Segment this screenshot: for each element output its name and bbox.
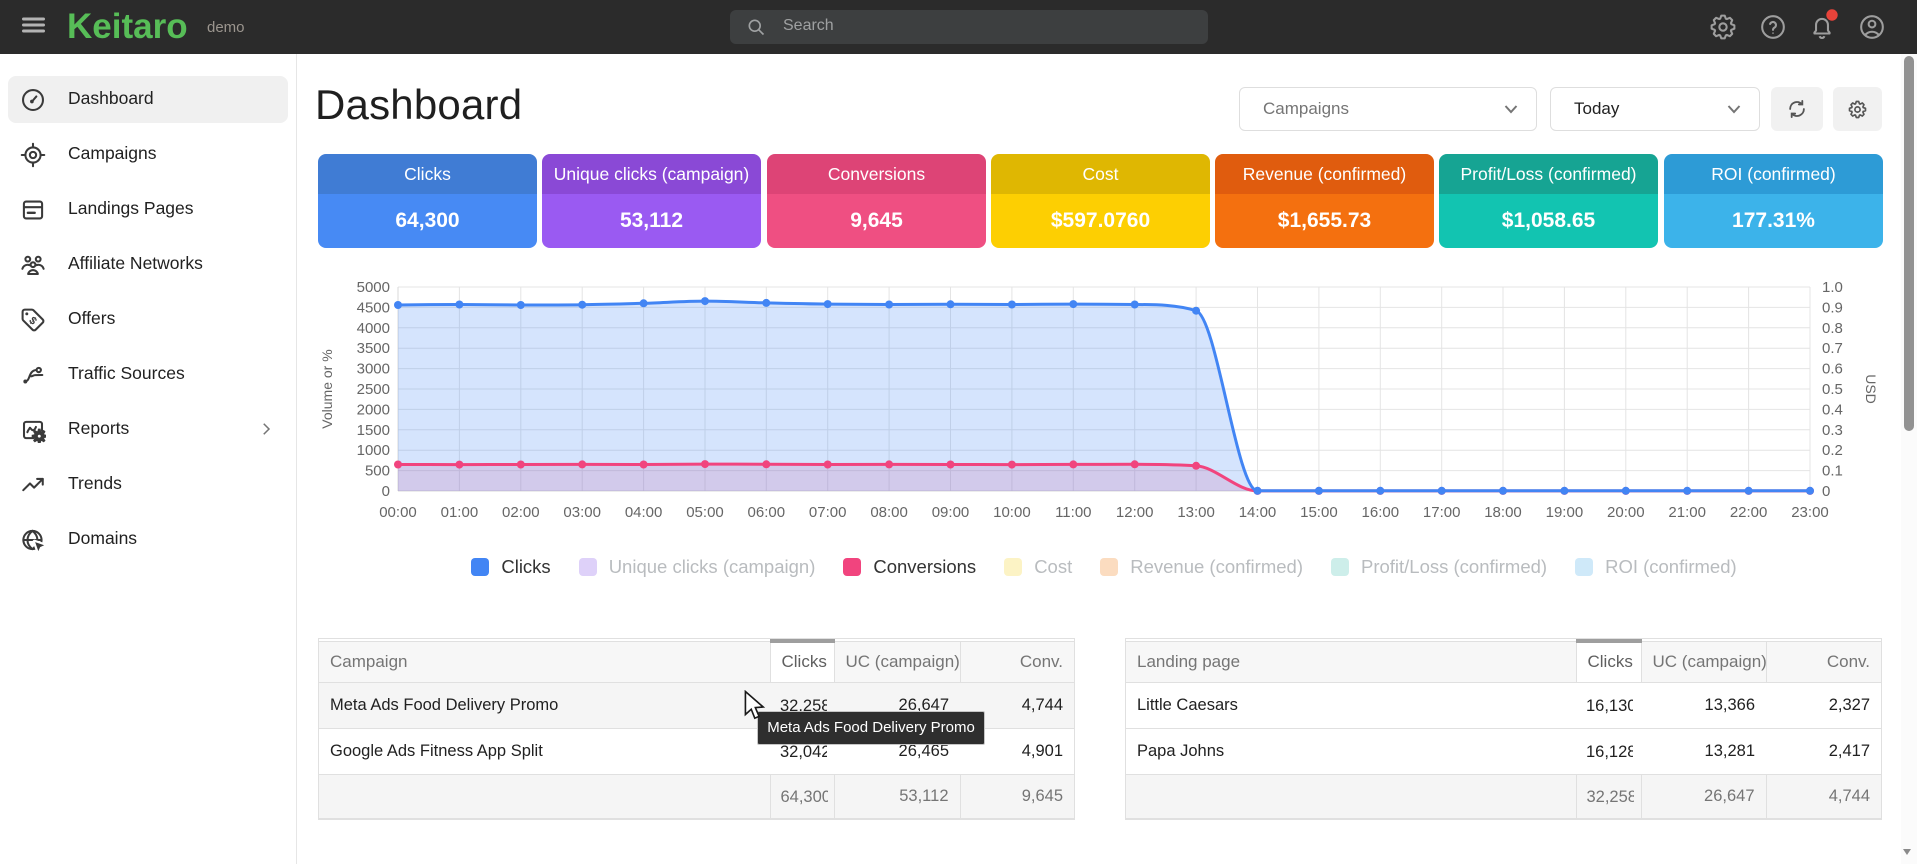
svg-text:16:00: 16:00 [1362,504,1400,521]
svg-text:23:00: 23:00 [1791,504,1829,521]
svg-text:2500: 2500 [357,381,390,398]
svg-text:0.6: 0.6 [1822,361,1843,378]
svg-text:0.5: 0.5 [1822,381,1843,398]
svg-text:0.7: 0.7 [1822,340,1843,357]
svg-text:15:00: 15:00 [1300,504,1338,521]
svg-text:00:00: 00:00 [379,504,417,521]
svg-text:0.2: 0.2 [1822,442,1843,459]
svg-text:10:00: 10:00 [993,504,1031,521]
svg-text:09:00: 09:00 [932,504,970,521]
svg-text:08:00: 08:00 [870,504,908,521]
svg-text:3500: 3500 [357,340,390,357]
svg-text:18:00: 18:00 [1484,504,1522,521]
svg-text:02:00: 02:00 [502,504,540,521]
svg-text:05:00: 05:00 [686,504,724,521]
svg-text:17:00: 17:00 [1423,504,1461,521]
svg-text:0: 0 [382,483,390,500]
svg-text:4500: 4500 [357,299,390,316]
svg-text:5000: 5000 [357,279,390,296]
svg-text:USD: USD [1863,374,1879,404]
svg-text:1000: 1000 [357,442,390,459]
svg-text:03:00: 03:00 [563,504,601,521]
svg-text:11:00: 11:00 [1055,504,1091,521]
svg-text:0: 0 [1822,483,1830,500]
svg-text:500: 500 [365,463,390,480]
svg-text:19:00: 19:00 [1546,504,1584,521]
svg-text:12:00: 12:00 [1116,504,1154,521]
svg-text:0.8: 0.8 [1822,320,1843,337]
svg-text:4000: 4000 [357,320,390,337]
svg-text:06:00: 06:00 [748,504,786,521]
svg-text:2000: 2000 [357,401,390,418]
svg-text:13:00: 13:00 [1177,504,1215,521]
svg-text:0.1: 0.1 [1822,463,1843,480]
svg-text:22:00: 22:00 [1730,504,1768,521]
svg-text:01:00: 01:00 [441,504,479,521]
svg-text:1.0: 1.0 [1822,279,1843,296]
svg-text:20:00: 20:00 [1607,504,1645,521]
svg-text:0.9: 0.9 [1822,299,1843,316]
svg-text:21:00: 21:00 [1668,504,1706,521]
svg-text:0.3: 0.3 [1822,422,1843,439]
svg-text:14:00: 14:00 [1239,504,1277,521]
svg-text:3000: 3000 [357,361,390,378]
svg-text:1500: 1500 [357,422,390,439]
svg-text:07:00: 07:00 [809,504,847,521]
svg-text:Volume or %: Volume or % [319,349,335,428]
svg-text:0.4: 0.4 [1822,401,1843,418]
svg-text:04:00: 04:00 [625,504,663,521]
